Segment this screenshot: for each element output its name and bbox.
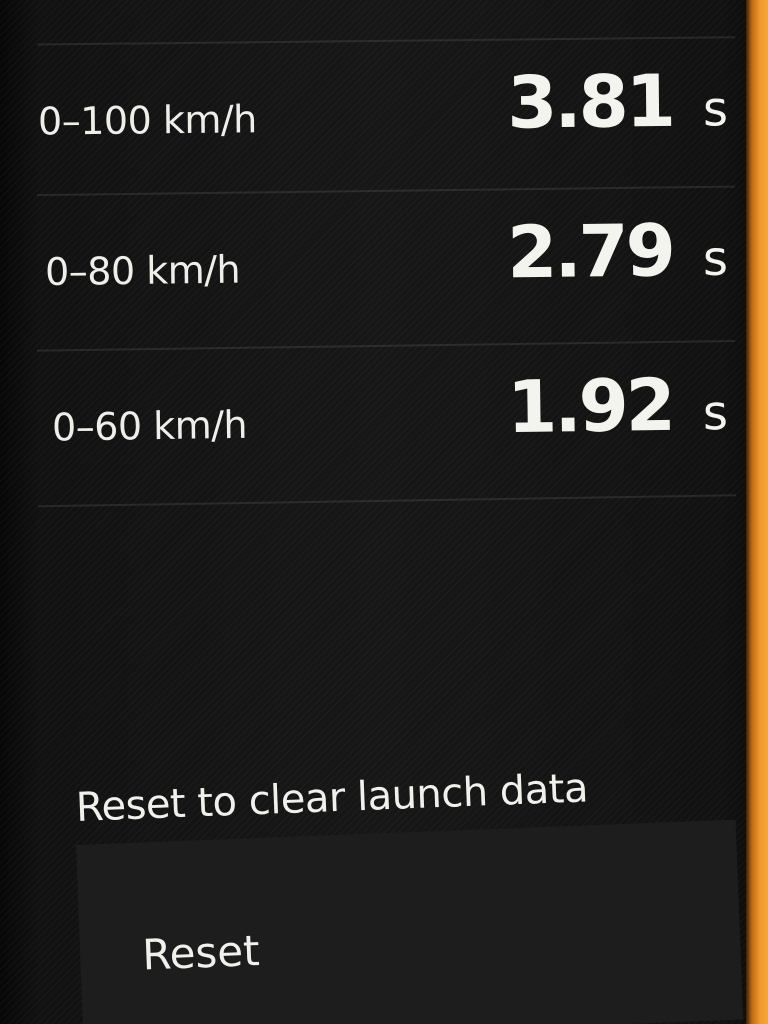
launch-time-value: 3.81 (506, 58, 674, 145)
row-divider (37, 36, 736, 46)
launch-data-screen: 0–100 km/h 3.81 s 0–80 km/h 2.79 s 0–60 … (0, 0, 768, 1024)
reset-caption: Reset to clear launch data (75, 765, 589, 831)
launch-time-label: 0–80 km/h (44, 247, 241, 295)
launch-time-row-0-80: 0–80 km/h 2.79 s (0, 185, 747, 344)
launch-time-label: 0–60 km/h (51, 402, 248, 450)
launch-time-row-0-60: 0–60 km/h 1.92 s (0, 339, 747, 500)
launch-time-unit: s (702, 81, 729, 138)
reset-button[interactable]: Reset (76, 819, 744, 1024)
launch-time-value-group: 3.81 s (506, 58, 729, 145)
screen-bezel-edge (746, 0, 768, 1024)
launch-time-row-0-100: 0–100 km/h 3.81 s (0, 36, 747, 194)
launch-time-value-group: 1.92 s (507, 362, 729, 449)
launch-time-label: 0–100 km/h (37, 97, 257, 144)
launch-time-unit: s (702, 230, 729, 287)
launch-time-value-group: 2.79 s (506, 208, 729, 295)
launch-time-value: 1.92 (506, 362, 674, 450)
launch-time-value: 2.79 (506, 208, 674, 295)
reset-button-label: Reset (141, 926, 261, 980)
launch-time-unit: s (702, 385, 729, 442)
